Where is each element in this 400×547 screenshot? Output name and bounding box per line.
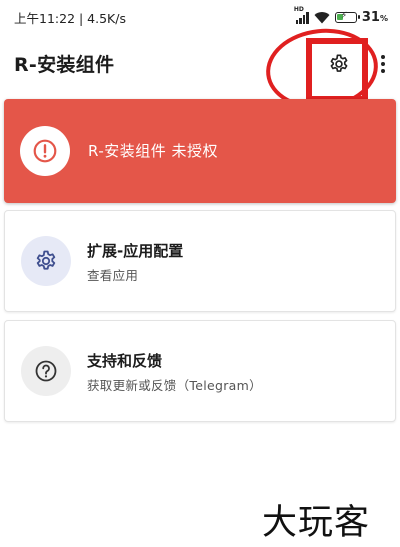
- support-feedback-card[interactable]: 支持和反馈 获取更新或反馈（Telegram）: [4, 320, 396, 422]
- network-badge: HD: [293, 5, 304, 13]
- wifi-icon: [314, 11, 330, 23]
- config-icon-circle: [21, 236, 71, 286]
- watermark-logo: 大玩客: [262, 503, 371, 543]
- status-bar: 上午11:22 | 4.5K/s HD ⚡ 31%: [0, 0, 400, 34]
- gear-icon: [36, 250, 56, 270]
- signal-icon: HD: [294, 6, 309, 24]
- config-title: 扩展-应用配置: [87, 242, 184, 260]
- feedback-subtitle: 获取更新或反馈（Telegram）: [87, 378, 262, 393]
- config-subtitle: 查看应用: [87, 268, 139, 283]
- status-time-speed: 上午11:22 | 4.5K/s: [14, 10, 126, 26]
- settings-button[interactable]: [322, 49, 356, 79]
- alert-circle-icon: [33, 139, 57, 163]
- unauthorized-alert-card[interactable]: R-安装组件 未授权: [4, 99, 396, 203]
- battery-icon: ⚡: [334, 11, 360, 23]
- app-config-card[interactable]: 扩展-应用配置 查看应用: [4, 210, 396, 312]
- help-circle-icon: [35, 360, 57, 382]
- feedback-icon-circle: [21, 346, 71, 396]
- app-title: R-安装组件: [14, 53, 115, 76]
- app-bar: R-安装组件: [0, 34, 400, 92]
- more-options-button[interactable]: [376, 51, 390, 77]
- battery-percent: 31%: [361, 9, 388, 25]
- gear-icon: [330, 54, 348, 72]
- feedback-title: 支持和反馈: [87, 352, 163, 370]
- alert-icon-circle: [20, 126, 70, 176]
- alert-label: R-安装组件 未授权: [88, 142, 218, 160]
- status-icons: HD ⚡ 31%: [294, 6, 388, 25]
